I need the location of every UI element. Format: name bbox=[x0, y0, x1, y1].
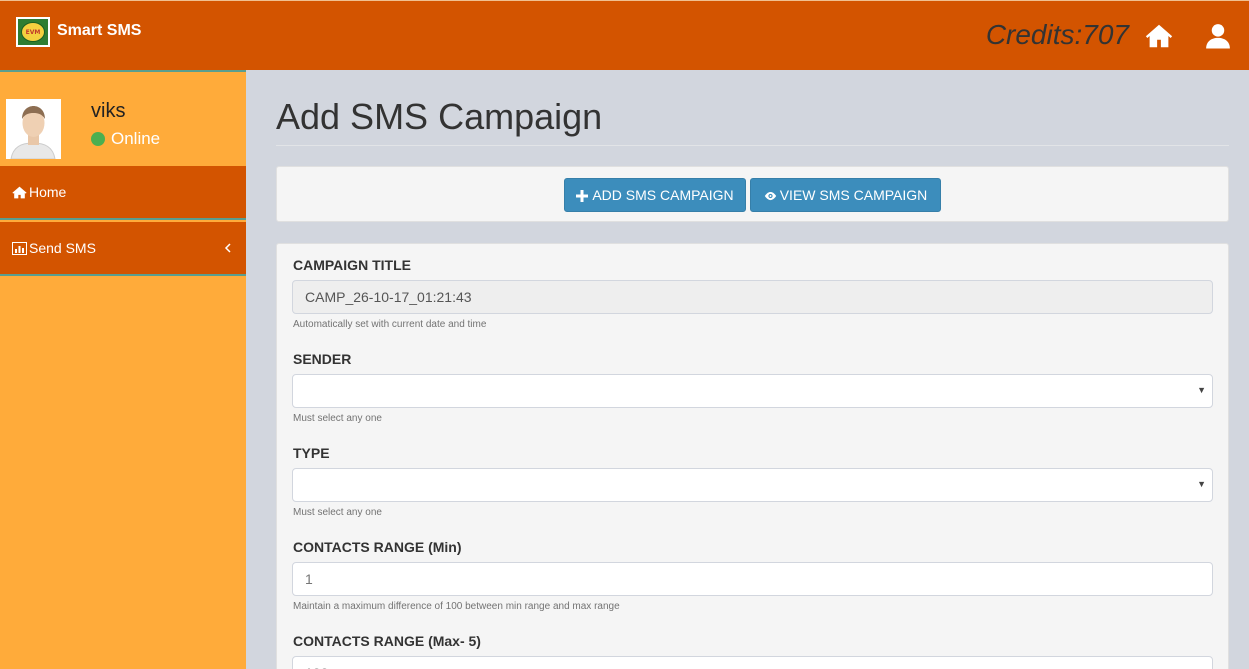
dropdown-caret-icon: ▼ bbox=[1197, 479, 1206, 489]
brand[interactable]: EVM Smart SMS bbox=[0, 1, 246, 71]
brand-name: Smart SMS bbox=[57, 22, 142, 39]
view-sms-campaign-button[interactable]: VIEW SMS CAMPAIGN bbox=[750, 178, 941, 212]
contacts-min-help: Maintain a maximum difference of 100 bet… bbox=[293, 601, 620, 612]
type-help: Must select any one bbox=[293, 507, 382, 518]
sidebar-item-home[interactable]: Home bbox=[0, 166, 246, 220]
contacts-min-field[interactable] bbox=[292, 562, 1213, 596]
sidebar-item-send-sms[interactable]: Send SMS bbox=[0, 222, 246, 276]
campaign-title-help: Automatically set with current date and … bbox=[293, 319, 487, 330]
sender-label: SENDER bbox=[293, 351, 352, 367]
user-status-label: Online bbox=[111, 129, 161, 148]
avatar bbox=[6, 99, 61, 159]
eye-icon bbox=[764, 189, 776, 201]
user-panel: viks Online bbox=[0, 74, 246, 166]
campaign-form: CAMPAIGN TITLE Automatically set with cu… bbox=[276, 243, 1229, 669]
brand-logo: EVM bbox=[16, 17, 50, 47]
add-sms-campaign-label: ADD SMS CAMPAIGN bbox=[592, 187, 734, 203]
campaign-title-field[interactable] bbox=[292, 280, 1213, 314]
top-header: EVM Smart SMS Credits:707 bbox=[0, 0, 1249, 70]
contacts-max-field[interactable] bbox=[292, 656, 1213, 669]
title-divider bbox=[276, 145, 1229, 146]
chevron-left-icon bbox=[224, 241, 232, 255]
sidebar-item-label: Home bbox=[29, 184, 67, 200]
sidebar: viks Online Home Send SMS bbox=[0, 70, 246, 669]
sidebar-item-label: Send SMS bbox=[29, 240, 96, 256]
type-select[interactable]: ▼ bbox=[292, 468, 1213, 502]
type-label: TYPE bbox=[293, 445, 330, 461]
sender-help: Must select any one bbox=[293, 413, 382, 424]
contacts-min-label: CONTACTS RANGE (Min) bbox=[293, 539, 462, 555]
sender-select[interactable]: ▼ bbox=[292, 374, 1213, 408]
user-name: viks bbox=[91, 100, 126, 122]
online-status-icon bbox=[91, 132, 105, 146]
logo-emblem: EVM bbox=[21, 22, 45, 42]
logo-text: EVM bbox=[25, 28, 41, 36]
add-sms-campaign-button[interactable]: ADD SMS CAMPAIGN bbox=[564, 178, 746, 212]
dropdown-caret-icon: ▼ bbox=[1197, 385, 1206, 395]
user-icon[interactable] bbox=[1203, 21, 1233, 51]
credits-display: Credits:707 bbox=[985, 19, 1129, 50]
view-sms-campaign-label: VIEW SMS CAMPAIGN bbox=[779, 187, 928, 203]
plus-icon bbox=[576, 189, 589, 202]
home-icon bbox=[12, 186, 27, 199]
user-status: Online bbox=[91, 129, 160, 149]
home-icon[interactable] bbox=[1144, 21, 1174, 51]
chart-icon bbox=[12, 241, 27, 255]
action-bar: ADD SMS CAMPAIGN VIEW SMS CAMPAIGN bbox=[276, 166, 1229, 222]
contacts-max-label: CONTACTS RANGE (Max- 5) bbox=[293, 633, 481, 649]
campaign-title-label: CAMPAIGN TITLE bbox=[293, 257, 411, 273]
page-title: Add SMS Campaign bbox=[276, 96, 603, 137]
